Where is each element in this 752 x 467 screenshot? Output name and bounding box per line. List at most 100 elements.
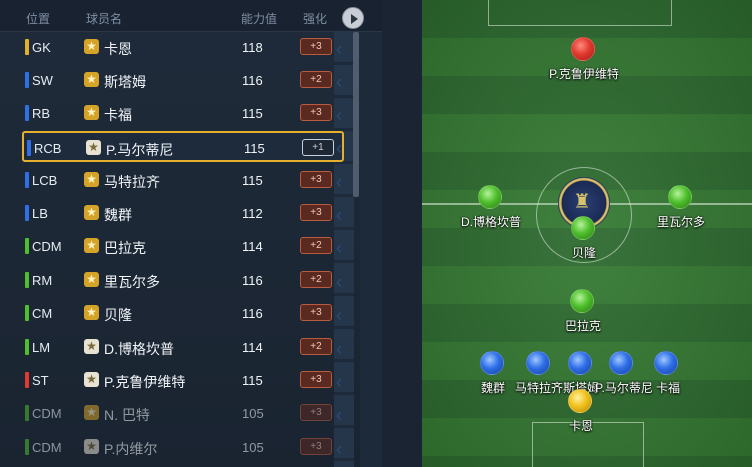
player-rating: 115 <box>242 106 263 121</box>
header-boost: 强化 <box>303 12 328 26</box>
boost-badge[interactable]: +2 <box>300 271 332 288</box>
pitch-player-name: 卡恩 <box>568 419 594 433</box>
boost-badge[interactable]: +1 <box>302 139 334 156</box>
player-name: 巴拉克 <box>104 240 146 256</box>
player-row[interactable]: RB ★ 卡福 115 +3 <box>22 98 344 129</box>
pitch-player-marker[interactable] <box>480 351 504 375</box>
pitch-player-name: 里瓦尔多 <box>656 215 706 229</box>
pitch-player-marker[interactable] <box>654 351 678 375</box>
player-position: ST <box>32 373 49 388</box>
pitch-player-marker[interactable] <box>668 185 692 209</box>
boost-badge[interactable]: +3 <box>300 404 332 421</box>
pitch-player-marker[interactable] <box>571 216 595 240</box>
player-position: RM <box>32 273 53 288</box>
position-color-bar <box>25 172 29 188</box>
boost-badge[interactable]: +3 <box>300 204 332 221</box>
player-rating: 105 <box>242 406 264 421</box>
boost-badge[interactable]: +3 <box>300 38 332 55</box>
chevron-left-icon: ‹‹‹ <box>336 267 370 299</box>
chevron-left-icon: ‹‹‹ <box>336 200 370 232</box>
player-position: LM <box>32 340 51 355</box>
boost-badge[interactable]: +3 <box>300 371 332 388</box>
star-icon: ★ <box>84 238 99 253</box>
star-icon: ★ <box>84 205 99 220</box>
panel-gutter <box>382 0 422 467</box>
pitch-player-name: 马特拉齐 <box>514 381 564 395</box>
list-header: 位置 球员名 能力值 强化 <box>0 0 382 32</box>
pitch-player-name: 巴拉克 <box>564 319 602 333</box>
boost-badge[interactable]: +3 <box>300 171 332 188</box>
player-row[interactable]: CDM ★ 巴拉克 114 +2 <box>22 231 344 262</box>
player-name: 里瓦尔多 <box>104 274 160 290</box>
player-rating: 118 <box>242 40 263 55</box>
player-name: N. 巴特 <box>104 407 150 423</box>
player-row[interactable]: LCB ★ 马特拉齐 115 +3 <box>22 165 344 196</box>
header-player-name: 球员名 <box>86 12 123 26</box>
player-rating: 115 <box>242 173 263 188</box>
pitch-player-marker[interactable] <box>568 389 592 413</box>
player-name: 卡恩 <box>104 41 132 57</box>
player-rating: 116 <box>242 273 263 288</box>
position-color-bar <box>27 140 31 156</box>
player-position: CDM <box>32 440 62 455</box>
position-color-bar <box>25 238 29 254</box>
pitch-player-marker[interactable] <box>609 351 633 375</box>
player-rating: 115 <box>244 141 265 156</box>
star-icon: ★ <box>84 305 99 320</box>
boost-badge[interactable]: +2 <box>300 338 332 355</box>
pitch-player-marker[interactable] <box>571 37 595 61</box>
boost-badge[interactable]: +3 <box>300 438 332 455</box>
top-goal-box <box>488 0 672 26</box>
player-position: CDM <box>32 406 62 421</box>
header-position: 位置 <box>26 12 51 26</box>
player-name: 马特拉齐 <box>104 174 160 190</box>
chevron-left-icon: ‹‹‹ <box>336 100 370 132</box>
player-row[interactable]: CM ★ 贝隆 116 +3 <box>22 298 344 329</box>
play-icon[interactable] <box>342 7 364 29</box>
player-position: GK <box>32 40 51 55</box>
star-icon: ★ <box>84 372 99 387</box>
position-color-bar <box>25 305 29 321</box>
star-icon: ★ <box>84 439 99 454</box>
boost-badge[interactable]: +2 <box>300 71 332 88</box>
position-color-bar <box>25 372 29 388</box>
player-name: P.内维尔 <box>104 441 158 457</box>
star-icon: ★ <box>84 172 99 187</box>
player-row[interactable]: LM ★ D.博格坎普 114 +2 <box>22 332 344 363</box>
position-color-bar <box>25 439 29 455</box>
star-icon: ★ <box>84 272 99 287</box>
player-row[interactable]: LB ★ 魏群 112 +3 <box>22 198 344 229</box>
pitch-player-marker[interactable] <box>570 289 594 313</box>
position-color-bar <box>25 272 29 288</box>
player-position: CDM <box>32 239 62 254</box>
player-name: 斯塔姆 <box>104 74 146 90</box>
star-icon: ★ <box>84 339 99 354</box>
player-position: CM <box>32 306 53 321</box>
chevron-left-icon: ‹‹‹ <box>336 334 370 366</box>
boost-badge[interactable]: +3 <box>300 304 332 321</box>
player-rating: 112 <box>242 206 263 221</box>
player-position: RCB <box>34 141 62 156</box>
player-name: 贝隆 <box>104 307 132 323</box>
header-rating: 能力值 <box>241 12 278 26</box>
pitch-player-marker[interactable] <box>526 351 550 375</box>
player-row[interactable]: GK ★ 卡恩 118 +3 <box>22 32 344 63</box>
chevron-left-icon: ‹‹‹ <box>336 133 370 165</box>
boost-badge[interactable]: +3 <box>300 104 332 121</box>
chevron-left-icon: ‹‹‹ <box>336 34 370 66</box>
player-row[interactable]: ST ★ P.克鲁伊维特 115 +3 <box>22 365 344 396</box>
chevron-left-icon: ‹‹‹ <box>336 400 370 432</box>
boost-badge[interactable]: +2 <box>300 237 332 254</box>
player-row[interactable]: RCB ★ P.马尔蒂尼 115 +1 <box>22 131 344 162</box>
player-position: LCB <box>32 173 58 188</box>
player-rating: 114 <box>242 239 263 254</box>
player-row[interactable]: CDM ★ P.内维尔 105 +3 <box>22 432 344 463</box>
chevron-left-icon: ‹‹‹ <box>336 300 370 332</box>
pitch-player-marker[interactable] <box>568 351 592 375</box>
pitch-player-name: 贝隆 <box>571 246 597 260</box>
pitch-player-marker[interactable] <box>478 185 502 209</box>
player-row[interactable]: RM ★ 里瓦尔多 116 +2 <box>22 265 344 296</box>
player-row[interactable]: CDM ★ N. 巴特 105 +3 <box>22 398 344 429</box>
player-row[interactable]: SW ★ 斯塔姆 116 +2 <box>22 65 344 96</box>
player-rating: 116 <box>242 306 263 321</box>
